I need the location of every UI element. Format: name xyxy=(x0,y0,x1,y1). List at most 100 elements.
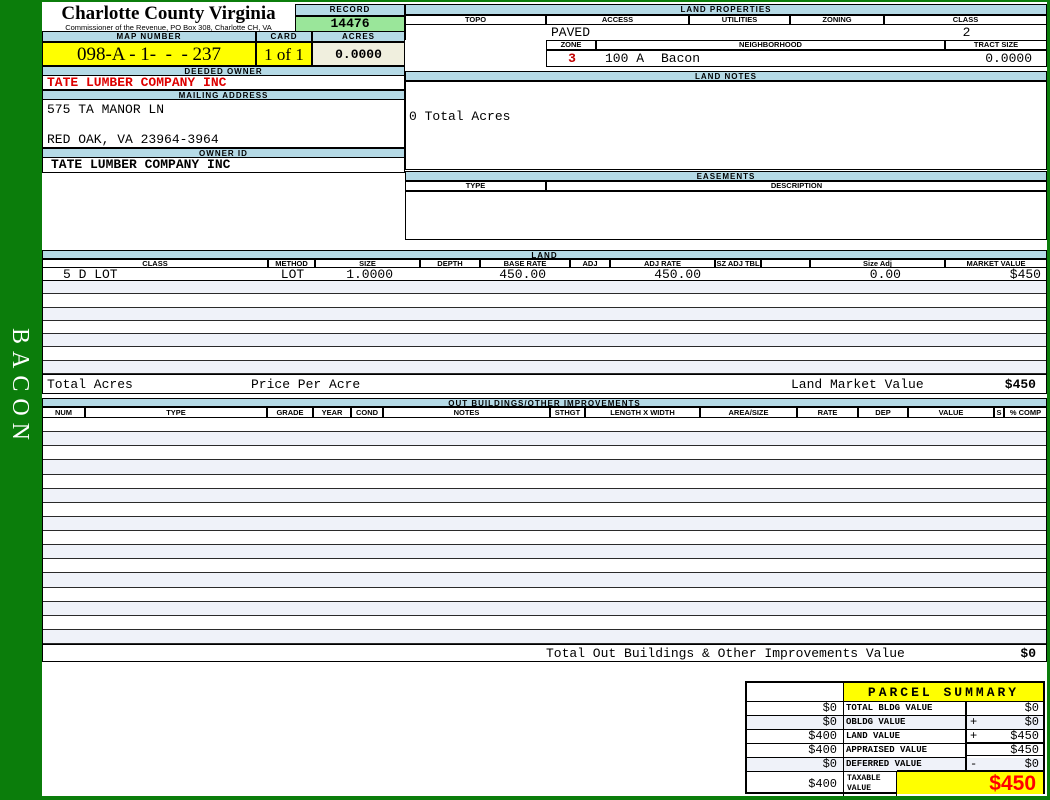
land-method-value: LOT xyxy=(280,267,305,282)
land-base-rate-value: 450.00 xyxy=(499,267,546,282)
ps-label-taxable-line1: TAXABLE xyxy=(847,774,881,783)
ob-col-length-width: LENGTH X WIDTH xyxy=(585,407,700,418)
land-notes-box: 0 Total Acres xyxy=(405,81,1047,170)
ps-label-obldg: OBLDG VALUE xyxy=(844,716,967,730)
empty-table-row xyxy=(43,446,1046,461)
record-header: RECORD xyxy=(295,4,405,16)
zone-value: 3 xyxy=(568,51,576,66)
land-adj-rate-value: 450.00 xyxy=(654,267,701,282)
ob-col-grade: GRADE xyxy=(267,407,313,418)
empty-table-row xyxy=(43,531,1046,546)
ob-col-value: VALUE xyxy=(908,407,994,418)
deeded-owner-value: TATE LUMBER COMPANY INC xyxy=(42,76,405,90)
ps-prior-deferred: $0 xyxy=(747,758,844,772)
ob-col-pct-comp: % COMP xyxy=(1004,407,1047,418)
ps-row-obldg: + $0 xyxy=(967,716,1043,730)
county-title: Charlotte County Virginia xyxy=(61,3,276,24)
ps-header-blank-cell xyxy=(747,683,844,702)
land-col-blank xyxy=(761,259,810,268)
out-buildings-header: OUT BUILDINGS/OTHER IMPROVEMENTS xyxy=(42,398,1047,407)
parcel-summary-title: PARCEL SUMMARY xyxy=(844,683,1043,702)
ob-col-dep: DEP xyxy=(858,407,908,418)
empty-table-row xyxy=(43,629,1046,644)
address-line-1: 575 TA MANOR LN xyxy=(47,102,165,117)
ps-prior-taxable: $400 xyxy=(747,772,844,796)
easements-box xyxy=(405,191,1047,240)
col-easement-description: DESCRIPTION xyxy=(546,181,1047,191)
col-neighborhood: NEIGHBORHOOD xyxy=(596,40,945,50)
land-size-value: 1.0000 xyxy=(346,267,393,282)
taxable-value: $450 xyxy=(897,770,1043,795)
ob-col-num: NUM xyxy=(42,407,85,418)
empty-table-row xyxy=(43,307,1046,321)
out-buildings-total-row: Total Out Buildings & Other Improvements… xyxy=(42,644,1047,662)
land-market-value-label: Land Market Value xyxy=(791,377,924,392)
ps-value-total-bldg: $0 xyxy=(1024,701,1039,715)
empty-table-row xyxy=(43,516,1046,531)
map-number-header: MAP NUMBER xyxy=(42,31,256,42)
land-col-sz-adj-tbl: SZ ADJ TBL xyxy=(715,259,761,268)
col-tract-size: TRACT SIZE xyxy=(945,40,1047,50)
empty-table-row xyxy=(43,503,1046,517)
owner-id-value: TATE LUMBER COMPANY INC xyxy=(42,158,405,173)
ps-label-taxable: TAXABLE VALUE xyxy=(844,772,897,796)
land-size-adj-value: 0.00 xyxy=(869,267,901,282)
map-number-value: 098-A - 1- - - 237 xyxy=(42,42,256,66)
ps-prior-appraised: $400 xyxy=(747,744,844,758)
neighborhood-code: 100 A xyxy=(605,51,645,66)
empty-table-row xyxy=(43,347,1046,361)
land-section-header: LAND xyxy=(42,250,1047,259)
empty-table-row xyxy=(43,281,1046,295)
mailing-address-header: MAILING ADDRESS xyxy=(42,90,405,100)
land-class-value: 5 D LOT xyxy=(63,267,118,282)
property-record-card: { "page": { "sidebar_label": "BACON" }, … xyxy=(0,0,1050,800)
ob-col-s: S xyxy=(994,407,1004,418)
empty-table-row xyxy=(43,321,1046,335)
empty-table-row xyxy=(43,601,1046,616)
land-notes-header: LAND NOTES xyxy=(405,71,1047,81)
land-totals-row: Total Acres Price Per Acre Land Market V… xyxy=(42,374,1047,394)
tract-size-value: 0.0000 xyxy=(985,51,1032,66)
card-value: 1 of 1 xyxy=(256,42,312,66)
out-buildings-empty-rows xyxy=(42,418,1047,644)
acres-header: ACRES xyxy=(312,31,405,42)
address-line-2: RED OAK, VA 23964-3964 xyxy=(47,132,219,147)
land-data-row: 5 D LOT LOT 1.0000 450.00 450.00 0.00 $4… xyxy=(42,267,1047,282)
ob-col-cond: COND xyxy=(351,407,383,418)
ob-col-rate: RATE xyxy=(797,407,858,418)
empty-table-row xyxy=(43,334,1046,348)
empty-table-row xyxy=(43,460,1046,475)
ps-op-obldg: + xyxy=(970,715,978,729)
ps-label-total-bldg: TOTAL BLDG VALUE xyxy=(844,702,967,716)
col-utilities: UTILITIES xyxy=(689,15,790,25)
ob-col-year: YEAR xyxy=(313,407,351,418)
land-market-value: $450 xyxy=(1009,267,1041,282)
parcel-summary: PARCEL SUMMARY $0 TOTAL BLDG VALUE $0 $0… xyxy=(745,681,1045,796)
ob-col-notes: NOTES xyxy=(383,407,550,418)
acres-value: 0.0000 xyxy=(312,42,405,66)
land-col-depth: DEPTH xyxy=(420,259,480,268)
land-notes-text: 0 Total Acres xyxy=(409,109,511,124)
empty-table-row xyxy=(43,294,1046,308)
access-value: PAVED xyxy=(551,25,591,40)
empty-table-row xyxy=(43,545,1046,560)
empty-table-row xyxy=(43,588,1046,602)
empty-table-row xyxy=(43,488,1046,503)
ob-total-label: Total Out Buildings & Other Improvements… xyxy=(546,646,905,661)
empty-table-row xyxy=(43,573,1046,588)
land-market-value-total: $450 xyxy=(1004,377,1036,392)
ob-total-value: $0 xyxy=(1020,646,1036,661)
total-acres-label: Total Acres xyxy=(47,377,133,392)
easements-header: EASEMENTS xyxy=(405,171,1047,181)
ps-prior-obldg: $0 xyxy=(747,716,844,730)
class-value: 2 xyxy=(962,25,971,40)
ps-label-taxable-line2: VALUE xyxy=(847,784,872,793)
land-col-adj: ADJ xyxy=(570,259,610,268)
empty-table-row xyxy=(43,432,1046,447)
ps-row-total-bldg: $0 xyxy=(967,702,1043,716)
empty-table-row xyxy=(43,559,1046,574)
col-zoning: ZONING xyxy=(790,15,884,25)
neighborhood-name: Bacon xyxy=(661,51,701,66)
price-per-acre-label: Price Per Acre xyxy=(251,377,361,392)
zone-values-row: 3 100 A Bacon 0.0000 xyxy=(546,50,1047,67)
